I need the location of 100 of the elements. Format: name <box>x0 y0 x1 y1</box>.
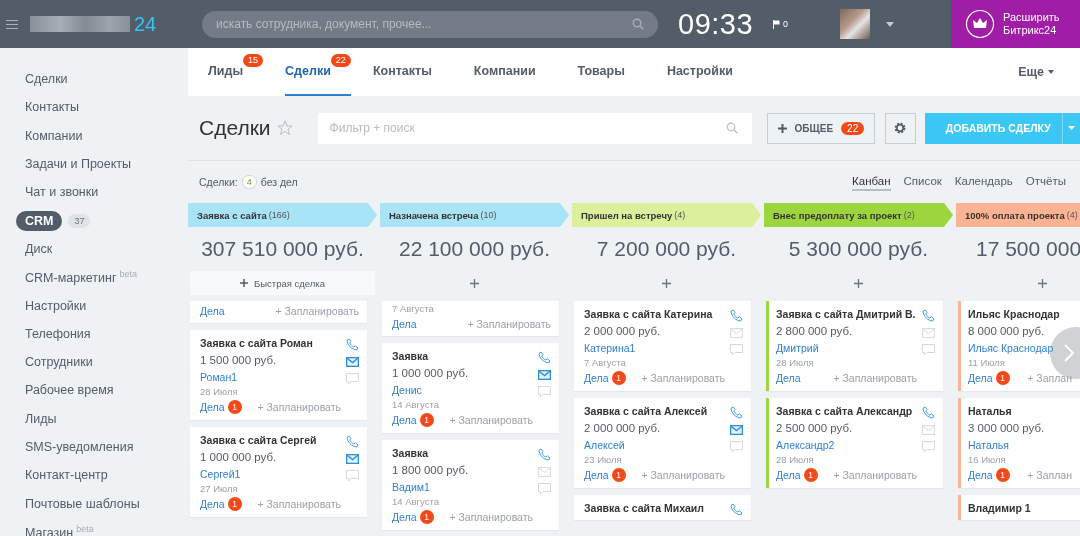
mail-icon[interactable] <box>345 357 359 367</box>
chat-icon[interactable] <box>729 441 743 453</box>
sidebar-item[interactable]: Контакты <box>25 100 79 115</box>
contact-link[interactable]: Ильяс Краснодар <box>968 341 1054 356</box>
plus-icon[interactable] <box>854 278 863 288</box>
upgrade-button[interactable]: Расширить Битрикс24 <box>951 0 1080 48</box>
deal-title[interactable]: Владимир 1 <box>968 500 1031 516</box>
view-tab[interactable]: Календарь <box>954 173 1013 191</box>
sidebar-item[interactable]: Рабочее время <box>25 383 114 398</box>
tasks-link[interactable]: Дела <box>968 466 993 484</box>
view-tab[interactable]: Канбан <box>852 173 891 191</box>
contact-link[interactable]: Алексей <box>584 438 625 453</box>
deal-card[interactable]: Заявка с сайта Дмитрий В. 2 800 000 руб. Дмитрий 28 Июля Дела + Запланировать <box>766 301 943 391</box>
phone-icon[interactable] <box>537 351 551 364</box>
deal-card[interactable]: Владимир 1 <box>958 495 1080 520</box>
chat-icon[interactable] <box>921 441 935 453</box>
tasks-link[interactable]: Дела <box>776 466 801 484</box>
sidebar-item[interactable]: Телефония <box>25 326 91 341</box>
tab[interactable]: Лиды 15 <box>208 48 264 96</box>
filter-field[interactable]: Фильтр + поиск <box>317 112 752 144</box>
chat-icon[interactable] <box>537 386 551 398</box>
general-button[interactable]: ОБЩЕЕ 22 <box>766 112 875 144</box>
phone-icon[interactable] <box>537 448 551 461</box>
contact-link[interactable]: Александр2 <box>776 438 835 453</box>
contact-link[interactable]: Дмитрий <box>776 341 819 356</box>
deal-card[interactable]: Заявка с сайта Роман 1 500 000 руб. Роман1 28 Июля Дела 1 + Запланировать <box>190 330 367 420</box>
sidebar-item[interactable]: CRM <box>16 210 63 231</box>
tab[interactable]: Сделки 22 <box>285 48 351 96</box>
chat-icon[interactable] <box>345 470 359 482</box>
chat-icon[interactable] <box>537 483 551 495</box>
deal-card[interactable]: Наталья 3 000 000 руб. Наталья 16 Июля Дела 1 + Заплан <box>958 398 1080 488</box>
contact-link[interactable]: Катерина1 <box>584 341 636 356</box>
phone-icon[interactable] <box>921 309 935 322</box>
deal-card[interactable]: 7 Августа Дела + Запланировать <box>382 301 559 336</box>
menu-icon[interactable] <box>6 19 18 29</box>
contact-link[interactable]: Вадим1 <box>392 480 430 495</box>
contact-link[interactable]: Роман1 <box>200 370 238 385</box>
tab[interactable]: Товары <box>577 48 645 96</box>
search-field[interactable]: искать сотрудника, документ, прочее... <box>202 10 658 38</box>
mail-icon[interactable] <box>729 425 743 435</box>
contact-link[interactable]: Наталья <box>968 438 1009 453</box>
tab[interactable]: Компании <box>473 48 556 96</box>
sidebar-item[interactable]: Задачи и Проекты <box>25 157 132 172</box>
chat-icon[interactable] <box>921 344 935 356</box>
sidebar-item[interactable]: Чат и звонки <box>25 185 99 200</box>
sidebar-item[interactable]: Компании <box>25 128 83 143</box>
settings-button[interactable] <box>884 112 916 144</box>
sidebar-item[interactable]: Диск <box>25 241 53 256</box>
star-icon[interactable] <box>276 120 293 136</box>
deal-title[interactable]: Наталья <box>968 403 1012 419</box>
deal-card[interactable]: Заявка с сайта Михаил <box>574 495 751 520</box>
deal-title[interactable]: Заявка с сайта Роман <box>200 335 313 351</box>
flag-icon[interactable] <box>773 19 781 29</box>
deal-title[interactable]: Заявка с сайта Александр <box>776 403 913 419</box>
mail-icon[interactable] <box>537 370 551 380</box>
view-tab[interactable]: Отчёты <box>1025 173 1066 191</box>
deal-title[interactable]: Заявка с сайта Михаил <box>584 500 704 516</box>
phone-icon[interactable] <box>345 435 359 448</box>
deal-card[interactable]: Заявка 1 000 000 руб. Денис 14 Августа Дела 1 + Запланировать <box>382 343 559 433</box>
mail-icon[interactable] <box>345 454 359 464</box>
chat-icon[interactable] <box>729 344 743 356</box>
chat-icon[interactable] <box>345 373 359 385</box>
plus-icon[interactable] <box>1038 278 1047 288</box>
phone-icon[interactable] <box>729 503 743 516</box>
tab[interactable]: Контакты <box>372 48 452 96</box>
deal-card[interactable]: Заявка с сайта Александр 2 500 000 руб. Александр2 28 Июля Дела 1 + Запланировать <box>766 398 943 488</box>
tasks-link[interactable]: Дела <box>776 369 801 387</box>
phone-icon[interactable] <box>921 406 935 419</box>
sidebar-item[interactable]: Настройки <box>25 298 87 313</box>
phone-icon[interactable] <box>729 406 743 419</box>
plus-icon[interactable] <box>470 278 479 288</box>
deal-title[interactable]: Заявка <box>392 445 429 461</box>
tab[interactable]: Настройки <box>666 48 753 96</box>
tasks-link[interactable]: Дела <box>200 398 225 416</box>
view-tab[interactable]: Список <box>903 173 942 191</box>
caret-icon[interactable] <box>886 21 895 27</box>
phone-icon[interactable] <box>345 338 359 351</box>
deal-card[interactable]: Дела + Запланировать <box>190 301 367 323</box>
tasks-link[interactable]: Дела <box>200 495 225 513</box>
tasks-link[interactable]: Дела <box>200 302 225 320</box>
sidebar-item[interactable]: CRM-маркетинг $^{beta}$ <box>25 269 137 286</box>
sidebar-item[interactable]: SMS-уведомления <box>25 440 134 454</box>
tasks-link[interactable]: Дела <box>392 411 417 429</box>
deal-card[interactable]: Заявка с сайта Сергей 1 000 000 руб. Сергей1 27 Июля Дела 1 + Запланировать <box>190 427 367 517</box>
sidebar-item[interactable]: Лиды <box>25 411 57 426</box>
deal-title[interactable]: Ильяс Краснодар <box>968 306 1060 322</box>
tasks-link[interactable]: Дела <box>968 369 993 387</box>
contact-link[interactable]: Сергей1 <box>200 467 241 482</box>
deal-title[interactable]: Заявка с сайта Сергей <box>200 432 317 448</box>
tasks-link[interactable]: Дела <box>392 508 417 526</box>
deal-title[interactable]: Заявка с сайта Катерина <box>584 306 713 322</box>
quick-deal-button[interactable]: Быстрая сделка <box>190 271 375 295</box>
tasks-link[interactable]: Дела <box>584 369 609 387</box>
deal-card[interactable]: Заявка 1 800 000 руб. Вадим1 14 Августа Дела 1 + Запланировать <box>382 440 559 530</box>
tasks-link[interactable]: Дела <box>584 466 609 484</box>
dropdown-button[interactable] <box>1062 112 1080 144</box>
tasks-link[interactable]: Дела <box>392 315 417 333</box>
deal-card[interactable]: Заявка с сайта Катерина 2 000 000 руб. Катерина1 7 Августа Дела 1 + Запланировать <box>574 301 751 391</box>
sidebar-item[interactable]: Сотрудники <box>25 355 93 370</box>
sidebar-item[interactable]: Почтовые шаблоны <box>25 496 140 511</box>
